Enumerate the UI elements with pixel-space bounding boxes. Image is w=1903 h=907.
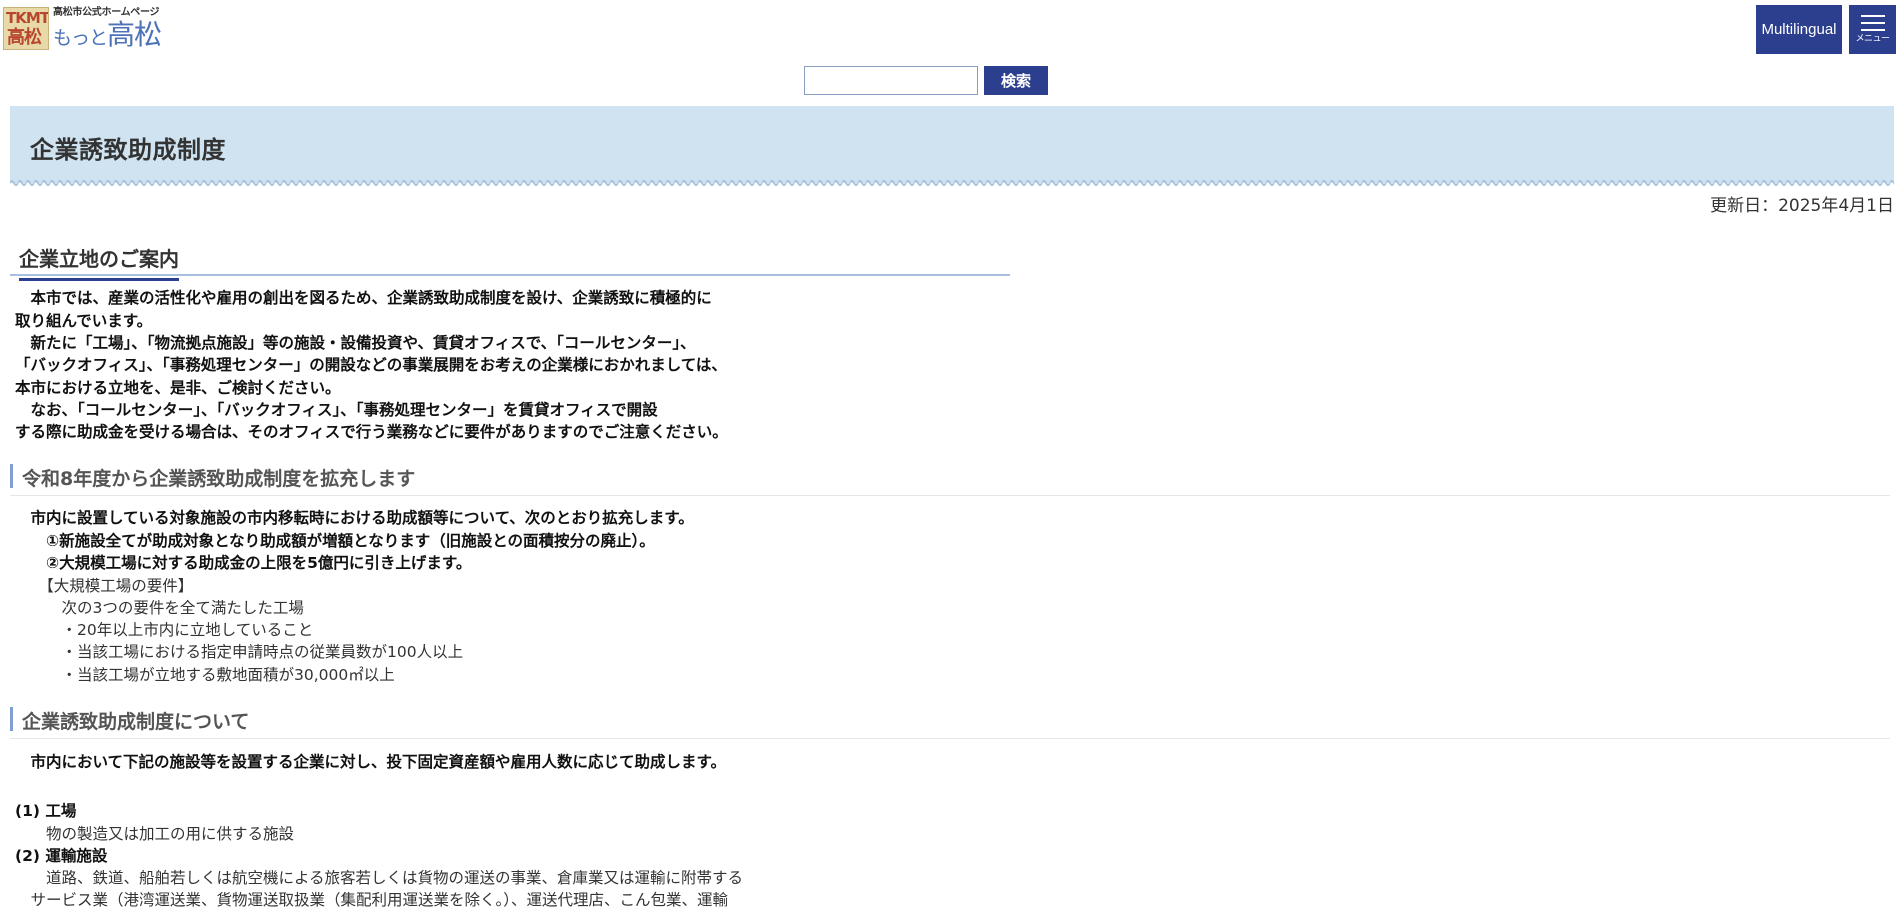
section-heading-intro-text: 企業立地のご案内 [19,243,179,281]
search-button[interactable]: 検索 [984,66,1048,95]
intro-line: 本市における立地を、是非、ご検討ください。 [15,379,341,397]
intro-line: 新たに「工場」、「物流拠点施設」等の施設・設備投資や、賃貸オフィスで、「コールセ… [15,334,696,352]
menu-label: メニュー [1855,34,1890,44]
wave-divider [10,179,1894,187]
logo-mark-line2: 高松 [7,27,42,48]
site-header: TKMT 高松 高松市公式ホームページ もっと高松 Multilingual メ… [0,0,1903,62]
logo-title-large: 高松 [107,18,162,51]
expansion-line: ①新施設全てが助成対象となり助成額が増額となります（旧施設との面積按分の廃止）。 [15,532,655,550]
expansion-requirement-line: ・20年以上市内に立地していること [15,621,314,639]
hamburger-icon [1860,15,1885,31]
section-heading-about-text: 企業誘致助成制度について [22,711,250,733]
section-heading-intro: 企業立地のご案内 [10,238,1010,281]
logo-title: もっと高松 [53,18,162,54]
expansion-requirement-line: ・当該工場が立地する敷地面積が30,000㎡以上 [15,666,395,684]
about-intro: 市内において下記の施設等を設置する企業に対し、投下固定資産額や雇用人数に応じて助… [15,753,727,771]
expansion-requirement-line: 次の3つの要件を全て満たした工場 [15,599,304,617]
updated-date: 更新日：2025年4月1日 [1710,196,1894,216]
facility-item-desc-continued: サービス業（港湾運送業、貨物運送取扱業（集配利用運送業を除く。）、運送代理店、こ… [15,891,729,907]
page-title: 企業誘致助成制度 [30,136,226,164]
site-logo[interactable]: TKMT 高松 高松市公式ホームページ もっと高松 [3,7,171,54]
intro-line: なお、「コールセンター」、「バックオフィス」、「事務処理センター」を賃貸オフィス… [15,401,658,419]
section-heading-about: 企業誘致助成制度について [10,703,1890,739]
expansion-requirement-line: ・当該工場における指定申請時点の従業員数が100人以上 [15,643,464,661]
facility-item-label: (2) 運輸施設 [15,847,108,865]
intro-line: 取り組んでいます。 [15,312,153,330]
intro-line: 「バックオフィス」、「事務処理センター」の開設などの事業展開をお考えの企業様にお… [15,356,727,374]
menu-button[interactable]: メニュー [1849,5,1896,54]
logo-mark-line1: TKMT [6,9,49,27]
heading-accent-bar [10,707,13,731]
facility-item-desc: 物の製造又は加工の用に供する施設 [15,825,295,843]
page-title-banner: 企業誘致助成制度 [10,106,1894,187]
logo-mark-icon: TKMT 高松 [3,7,49,50]
section-heading-expansion: 令和8年度から企業誘致助成制度を拡充します [10,460,1890,496]
logo-title-small: もっと [53,27,108,49]
expansion-line: ②大規模工場に対する助成金の上限を5億円に引き上げます。 [15,554,472,572]
search-input[interactable] [804,66,978,95]
section-heading-expansion-text: 令和8年度から企業誘致助成制度を拡充します [22,468,416,490]
facility-item-label: (1) 工場 [15,802,77,820]
expansion-requirement-line: 【大規模工場の要件】 [15,577,194,595]
intro-line: 本市では、産業の活性化や雇用の創出を図るため、企業誘致助成制度を設け、企業誘致に… [15,289,712,307]
multilingual-button[interactable]: Multilingual [1756,5,1842,54]
facility-item-desc: 道路、鉄道、船舶若しくは航空機による旅客若しくは貨物の運送の事業、倉庫業又は運輸… [15,869,744,887]
heading-accent-bar [10,464,13,488]
logo-text: 高松市公式ホームページ もっと高松 [53,7,162,54]
intro-line: する際に助成金を受ける場合は、そのオフィスで行う業務などに要件がありますのでご注… [15,423,728,441]
expansion-line: 市内に設置している対象施設の市内移転時における助成額等について、次のとおり拡充し… [15,509,694,527]
